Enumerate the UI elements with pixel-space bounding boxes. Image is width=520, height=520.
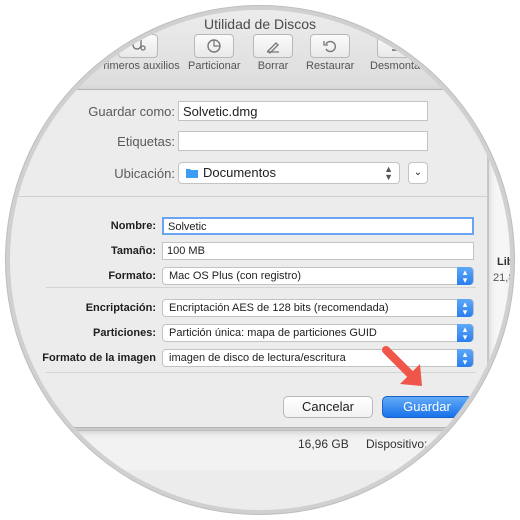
encryption-value: Encriptación AES de 128 bits (recomendad…	[169, 302, 389, 314]
partitions-popup[interactable]: Partición única: mapa de particiones GUI…	[162, 324, 474, 342]
toolbar-label: Primeros auxilios	[96, 60, 180, 72]
location-label: Ubicación:	[114, 166, 175, 181]
toolbar-label: Particionar	[188, 60, 241, 72]
window-title: Utilidad de Discos	[203, 16, 317, 32]
toolbar-unmount[interactable]: Desmontar	[370, 34, 424, 72]
app-toolbar: Utilidad de Discos Primeros auxilios Par…	[10, 10, 510, 90]
partition-icon	[194, 34, 235, 58]
chevron-down-icon: ⌄	[413, 167, 423, 178]
save-as-field[interactable]: Solvetic.dmg	[178, 101, 428, 121]
background-status-bar: 16,96 GB Dispositivo:	[10, 430, 510, 470]
circular-frame: Utilidad de Discos Primeros auxilios Par…	[6, 6, 514, 514]
tags-field[interactable]	[178, 131, 428, 151]
toolbar-erase[interactable]: Borrar	[253, 34, 293, 72]
encryption-popup[interactable]: Encriptación AES de 128 bits (recomendad…	[162, 299, 474, 317]
erase-icon	[253, 34, 293, 58]
name-field[interactable]: Solvetic	[162, 217, 474, 235]
restore-icon	[310, 34, 351, 58]
updown-arrows-icon: ▲ ▼	[384, 164, 393, 182]
toolbar-label: Restaurar	[306, 60, 355, 72]
toolbar-label: Desmontar	[370, 60, 424, 72]
updown-arrows-icon: ▴ ▾	[457, 267, 473, 285]
name-label: Nombre:	[110, 220, 156, 232]
encryption-label: Encriptación:	[85, 302, 156, 314]
format-value: Mac OS Plus (con registro)	[169, 270, 302, 282]
tags-label: Etiquetas:	[117, 134, 175, 149]
format-label: Formato:	[108, 270, 156, 282]
size-field[interactable]: 100 MB	[162, 242, 474, 260]
format-popup[interactable]: Mac OS Plus (con registro) ▴ ▾	[162, 267, 474, 285]
pointer-arrow-icon	[382, 346, 422, 386]
partitions-label: Particiones:	[93, 327, 156, 339]
save-as-label: Guardar como:	[88, 104, 175, 119]
free-label: Libre	[497, 256, 514, 268]
folder-icon	[185, 167, 199, 182]
divider	[46, 287, 476, 288]
save-button[interactable]: Guardar	[382, 396, 472, 418]
updown-arrows-icon: ▴ ▾	[457, 324, 473, 342]
toolbar-restore[interactable]: Restaurar	[306, 34, 354, 72]
toolbar-label: Borrar	[257, 60, 289, 72]
divider	[10, 196, 488, 197]
toolbar-partition[interactable]: Particionar	[188, 34, 241, 72]
eject-icon	[376, 34, 417, 58]
background-info-panel: Libre 21,8 G	[488, 90, 514, 410]
location-value: Documentos	[203, 165, 276, 180]
updown-arrows-icon: ▴ ▾	[457, 299, 473, 317]
partitions-value: Partición única: mapa de particiones GUI…	[169, 327, 377, 339]
expand-button[interactable]: ⌄	[408, 162, 428, 184]
free-value: 21,8 G	[493, 272, 514, 284]
toolbar-first-aid[interactable]: Primeros auxilios	[96, 34, 180, 72]
cancel-button[interactable]: Cancelar	[283, 396, 373, 418]
location-popup[interactable]: Documentos ▲ ▼	[178, 162, 400, 184]
image-format-value: imagen de disco de lectura/escritura	[169, 352, 346, 364]
image-format-label: Formato de la imagen	[42, 352, 156, 364]
device-label: Dispositivo:	[366, 437, 428, 451]
updown-arrows-icon: ▴ ▾	[457, 349, 473, 367]
capacity-value: 16,96 GB	[298, 437, 349, 451]
stethoscope-icon	[117, 34, 158, 58]
size-label: Tamaño:	[110, 245, 156, 257]
